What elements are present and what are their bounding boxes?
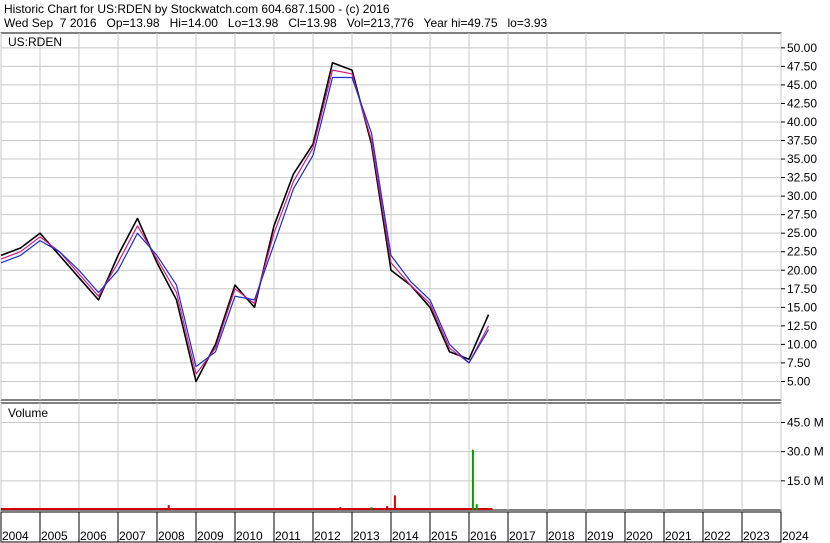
price-tick-label: 45.00 bbox=[787, 78, 817, 92]
price-tick-label: 50.00 bbox=[787, 41, 817, 55]
price-tick-label: 30.00 bbox=[787, 189, 817, 203]
x-tick-label: 2024 bbox=[782, 529, 809, 543]
price-tick-label: 42.50 bbox=[787, 96, 817, 110]
x-tick-label: 2016 bbox=[470, 529, 497, 543]
price-tick-label: 47.50 bbox=[787, 59, 817, 73]
price-tick-label: 37.50 bbox=[787, 134, 817, 148]
price-tick-label: 20.00 bbox=[787, 263, 817, 277]
price-tick-label: 25.00 bbox=[787, 226, 817, 240]
volume-bar bbox=[339, 507, 342, 510]
volume-panel: 45.0 M 30.0 M 15.0 M Volume bbox=[0, 402, 824, 511]
x-tick-label: 2012 bbox=[314, 529, 341, 543]
volume-bar bbox=[471, 449, 474, 510]
x-tick-label: 2009 bbox=[197, 529, 224, 543]
x-tick-label: 2005 bbox=[41, 529, 68, 543]
volume-label: Volume bbox=[8, 406, 48, 420]
x-tick-label: 2011 bbox=[275, 529, 301, 543]
price-tick-label: 35.00 bbox=[787, 152, 817, 166]
x-axis: 2004 2005 2006 2007 2008 2009 2010 2011 2012 2013… bbox=[0, 511, 809, 543]
symbol-label: US:RDEN bbox=[8, 35, 62, 49]
price-tick-label: 27.50 bbox=[787, 208, 817, 222]
volume-bar bbox=[370, 507, 373, 510]
price-panel: 50.00 47.50 45.00 42.50 40.00 37.50 35.00 32.50… bbox=[0, 32, 817, 401]
price-tick-label: 22.50 bbox=[787, 245, 817, 259]
price-tick-label: 40.00 bbox=[787, 115, 817, 129]
price-tick-label: 10.00 bbox=[787, 337, 817, 351]
price-tick-label: 5.00 bbox=[787, 374, 811, 388]
x-tick-label: 2017 bbox=[509, 529, 536, 543]
x-tick-label: 2020 bbox=[626, 529, 653, 543]
x-tick-label: 2022 bbox=[704, 529, 731, 543]
price-tick-label: 32.50 bbox=[787, 171, 817, 185]
x-tick-label: 2019 bbox=[587, 529, 614, 543]
price-tick-label: 7.50 bbox=[787, 356, 811, 370]
x-tick-label: 2004 bbox=[2, 529, 29, 543]
x-tick-label: 2015 bbox=[431, 529, 458, 543]
volume-bar bbox=[386, 506, 389, 510]
price-tick-label: 17.50 bbox=[787, 282, 817, 296]
volume-tick-label: 30.0 M bbox=[787, 445, 824, 459]
x-tick-label: 2018 bbox=[548, 529, 575, 543]
x-tick-label: 2007 bbox=[119, 529, 146, 543]
x-tick-label: 2023 bbox=[743, 529, 770, 543]
x-tick-label: 2021 bbox=[665, 529, 692, 543]
volume-tick-label: 15.0 M bbox=[787, 474, 824, 488]
volume-bar bbox=[475, 504, 478, 510]
price-tick-label: 12.50 bbox=[787, 319, 817, 333]
volume-bar bbox=[167, 505, 170, 510]
x-tick-label: 2013 bbox=[353, 529, 380, 543]
volume-bar bbox=[393, 495, 396, 510]
stock-chart: 50.00 47.50 45.00 42.50 40.00 37.50 35.00 32.50… bbox=[0, 32, 824, 543]
x-tick-label: 2006 bbox=[80, 529, 107, 543]
x-tick-label: 2010 bbox=[236, 529, 263, 543]
price-tick-label: 15.00 bbox=[787, 300, 817, 314]
x-tick-label: 2008 bbox=[158, 529, 185, 543]
volume-tick-label: 45.0 M bbox=[787, 415, 824, 429]
x-tick-label: 2014 bbox=[392, 529, 419, 543]
